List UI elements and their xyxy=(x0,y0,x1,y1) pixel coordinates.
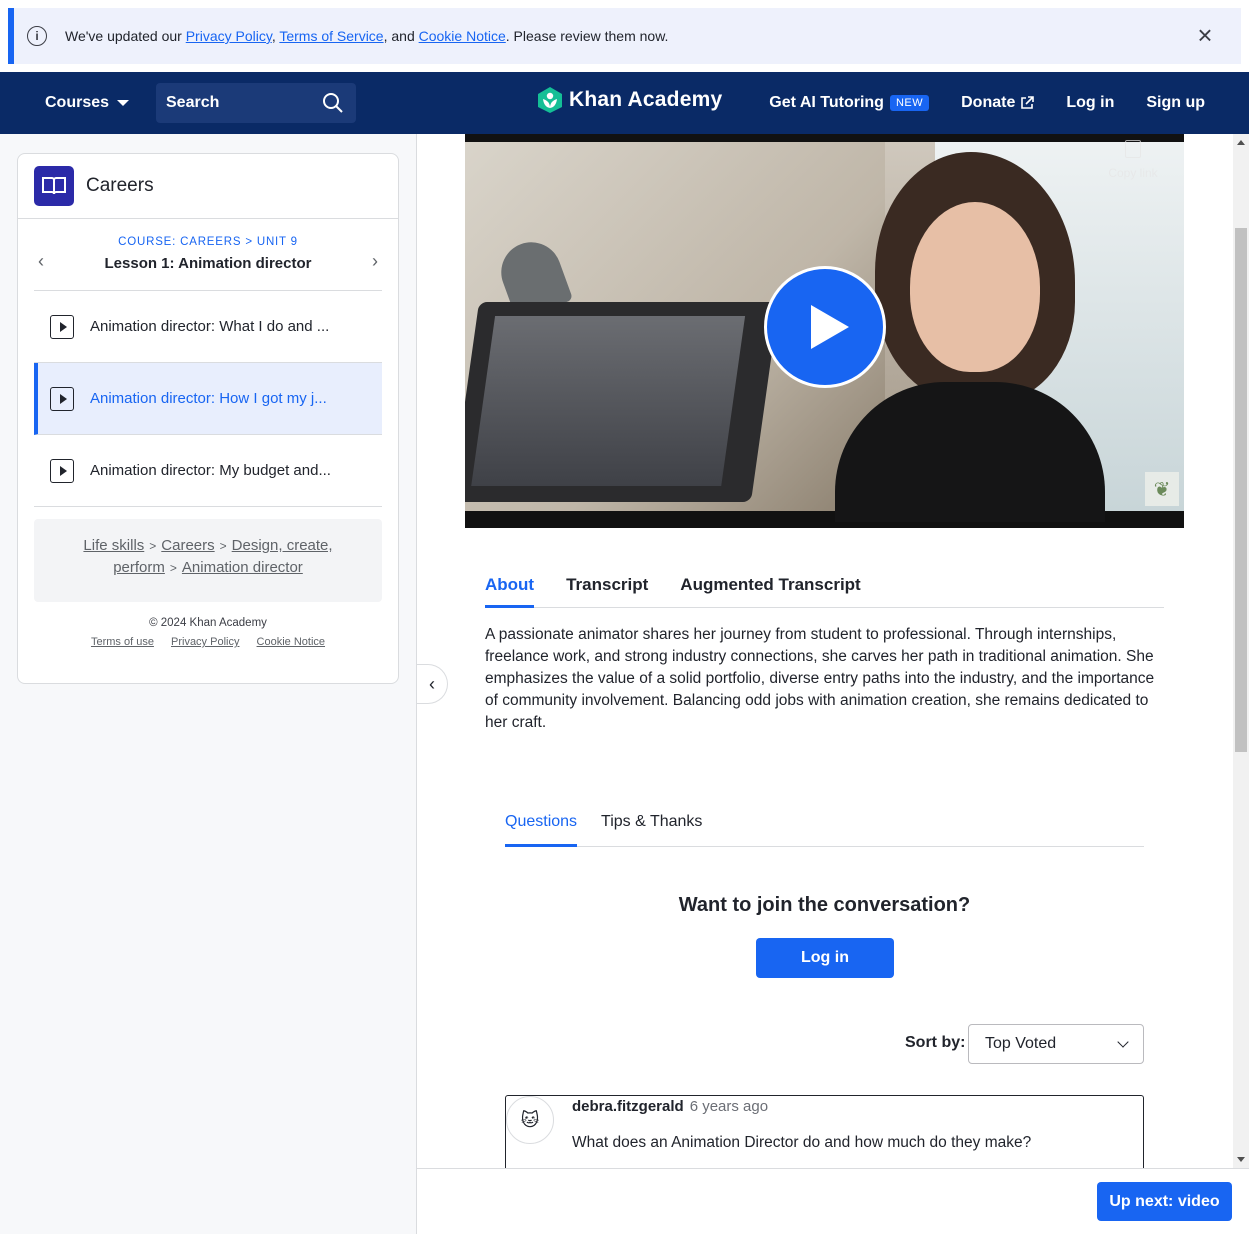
donate-link[interactable]: Donate xyxy=(961,94,1035,112)
about-description: A passionate animator shares her journey… xyxy=(485,626,1155,731)
search-input[interactable]: Search xyxy=(156,83,356,123)
external-link-icon xyxy=(1021,96,1035,109)
banner-suffix: . Please review them now. xyxy=(505,28,669,44)
copy-link-label: Copy link xyxy=(1108,166,1158,180)
cookie-notice-link[interactable]: Cookie Notice xyxy=(419,28,506,44)
video-tablet xyxy=(465,302,780,502)
login-button[interactable]: Log in xyxy=(756,938,894,978)
breadcrumb-separator: > xyxy=(149,539,157,553)
breadcrumb-design-create[interactable]: Design, create, xyxy=(232,537,333,554)
signup-link[interactable]: Sign up xyxy=(1146,94,1205,112)
bottom-bar: Up next: video xyxy=(417,1168,1249,1234)
new-badge: NEW xyxy=(889,95,930,111)
policy-update-banner: i We've updated our Privacy Policy, Term… xyxy=(8,8,1241,64)
privacy-policy-link[interactable]: Privacy Policy xyxy=(186,28,272,44)
up-next-button[interactable]: Up next: video xyxy=(1097,1182,1232,1221)
copy-icon xyxy=(1125,140,1141,158)
banner-message: We've updated our Privacy Policy, Terms … xyxy=(65,28,668,44)
scroll-up-arrow-icon[interactable] xyxy=(1237,140,1245,145)
video-play-icon xyxy=(50,386,74,411)
scrollbar[interactable] xyxy=(1233,134,1249,1168)
course-title[interactable]: Careers xyxy=(86,175,154,197)
courses-label: Courses xyxy=(45,94,110,111)
course-sidebar: Careers ‹ COURSE: CAREERS > UNIT 9 Lesso… xyxy=(17,153,399,684)
play-icon xyxy=(811,305,849,349)
tree-watermark-icon: ❦ xyxy=(1145,472,1179,506)
sort-select[interactable]: Top Voted xyxy=(968,1024,1144,1064)
copyright: © 2024 Khan Academy xyxy=(149,617,267,629)
list-item-label: Animation director: What I do and ... xyxy=(90,318,330,335)
close-icon[interactable]: × xyxy=(1193,22,1217,48)
cookie-notice-footer-link[interactable]: Cookie Notice xyxy=(257,636,325,648)
question-text: What does an Animation Director do and h… xyxy=(572,1134,1032,1151)
tab-about[interactable]: About xyxy=(485,572,535,608)
search-icon[interactable] xyxy=(322,92,344,114)
ai-tutoring-link[interactable]: Get AI Tutoring NEW xyxy=(769,94,930,112)
course-unit-breadcrumb[interactable]: COURSE: CAREERS > UNIT 9 xyxy=(34,236,382,248)
ai-tutoring-label: Get AI Tutoring xyxy=(769,94,884,111)
khan-academy-logo-icon xyxy=(538,87,562,113)
banner-and: , and xyxy=(383,28,419,44)
list-item-active[interactable]: Animation director: How I got my j... xyxy=(34,363,382,435)
tab-augmented-transcript[interactable]: Augmented Transcript xyxy=(680,572,860,608)
sort-label: Sort by: xyxy=(905,1034,966,1051)
nav-right-group: Get AI Tutoring NEW Donate Log in Sign u… xyxy=(737,72,1205,134)
lesson-title: Lesson 1: Animation director xyxy=(104,255,312,272)
course-header: Careers xyxy=(18,154,398,219)
terms-of-service-link[interactable]: Terms of Service xyxy=(279,28,383,44)
question-timestamp: 6 years ago xyxy=(689,1098,769,1115)
tab-transcript[interactable]: Transcript xyxy=(566,572,648,608)
lesson-navigator: ‹ COURSE: CAREERS > UNIT 9 Lesson 1: Ani… xyxy=(34,219,382,291)
list-item-label: Animation director: My budget and... xyxy=(90,462,331,479)
breadcrumb-animation-director[interactable]: Animation director xyxy=(182,559,303,576)
terms-of-use-link[interactable]: Terms of use xyxy=(91,636,154,648)
video-tablet-screen xyxy=(471,316,746,486)
list-item-label: Animation director: How I got my j... xyxy=(90,390,327,407)
breadcrumb-life-skills[interactable]: Life skills xyxy=(83,537,144,554)
breadcrumb-perform[interactable]: perform xyxy=(113,559,165,576)
top-navigation: Courses Search Khan Academy Get AI Tutor… xyxy=(0,72,1249,134)
collapse-sidebar-chevron-icon[interactable]: ‹ xyxy=(417,664,448,704)
scroll-down-arrow-icon[interactable] xyxy=(1237,1157,1245,1162)
video-player[interactable]: ❦ Copy link xyxy=(465,134,1184,528)
footer-links: Terms of use Privacy Policy Cookie Notic… xyxy=(18,636,398,648)
video-person-body xyxy=(835,382,1105,522)
banner-prefix: We've updated our xyxy=(65,28,186,44)
avatar[interactable]: 🐱 xyxy=(506,1096,554,1144)
next-lesson-chevron-icon[interactable]: › xyxy=(372,251,378,272)
khan-academy-logo[interactable]: Khan Academy xyxy=(537,86,722,114)
scrollbar-thumb[interactable] xyxy=(1235,228,1247,752)
join-conversation-heading: Want to join the conversation? xyxy=(678,894,971,916)
breadcrumb-careers[interactable]: Careers xyxy=(161,537,214,554)
discussion-tabs: Questions Tips & Thanks xyxy=(505,810,1144,847)
video-play-icon xyxy=(50,458,74,483)
list-item[interactable]: Animation director: My budget and... xyxy=(34,435,382,507)
breadcrumb: Life skills > Careers > Design, create, perf… xyxy=(34,519,382,602)
chevron-down-icon xyxy=(1117,1036,1129,1048)
search-placeholder: Search xyxy=(166,94,220,111)
logo-text: Khan Academy xyxy=(569,88,723,111)
video-play-icon xyxy=(50,314,74,339)
tab-tips-thanks[interactable]: Tips & Thanks xyxy=(601,810,702,847)
donate-label: Donate xyxy=(961,94,1016,111)
question-author: debra.fitzgerald 6 years ago xyxy=(572,1098,768,1115)
privacy-policy-footer-link[interactable]: Privacy Policy xyxy=(171,636,239,648)
list-item[interactable]: Animation director: What I do and ... xyxy=(34,291,382,363)
login-link[interactable]: Log in xyxy=(1066,94,1114,112)
author-name[interactable]: debra.fitzgerald xyxy=(572,1098,684,1115)
copy-link-button[interactable]: Copy link xyxy=(1105,140,1161,180)
tab-questions[interactable]: Questions xyxy=(505,810,578,847)
question-card: 🐱 debra.fitzgerald 6 years ago What does … xyxy=(505,1095,1144,1175)
breadcrumb-separator: > xyxy=(169,561,177,575)
content-tabs: About Transcript Augmented Transcript xyxy=(485,572,1164,608)
book-icon xyxy=(34,166,74,206)
courses-menu-button[interactable]: Courses xyxy=(45,72,130,134)
breadcrumb-separator: > xyxy=(219,539,227,553)
caret-down-icon xyxy=(117,100,130,106)
sort-value: Top Voted xyxy=(985,1035,1057,1052)
info-icon: i xyxy=(27,26,47,46)
video-person-face xyxy=(910,202,1040,372)
play-button[interactable] xyxy=(764,266,886,388)
